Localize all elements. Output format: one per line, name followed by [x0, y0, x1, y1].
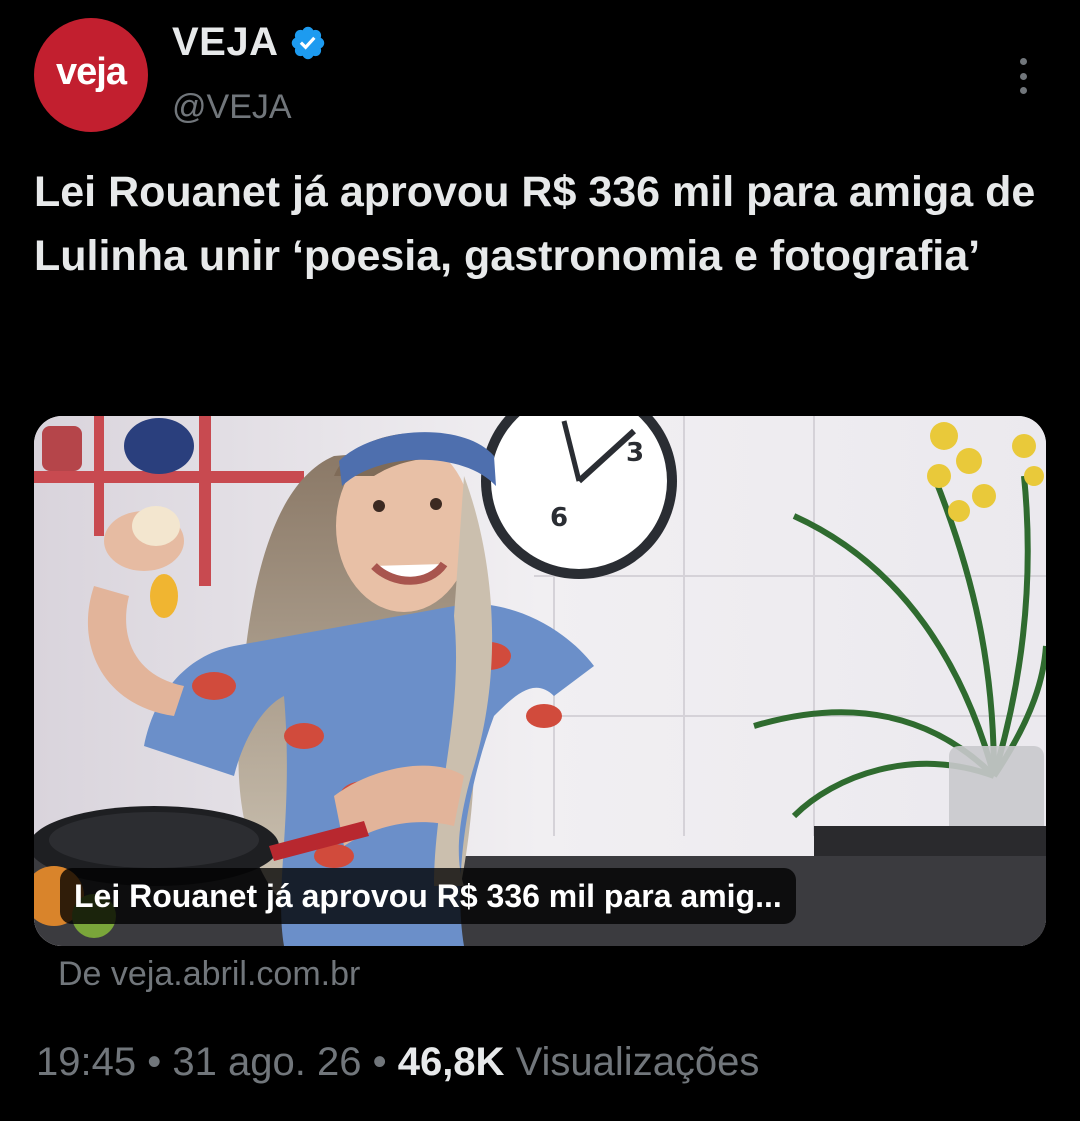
meta-separator: •	[372, 1040, 387, 1084]
tweet-time[interactable]: 19:45	[36, 1040, 136, 1084]
clock-number-3: 3	[626, 438, 644, 468]
link-preview-card[interactable]: 3 6 Lei Rouanet já aprovou R$ 336 mil pa…	[34, 416, 1046, 946]
avatar-logo-text: veja	[56, 50, 127, 93]
card-source-link[interactable]: De veja.abril.com.br	[58, 955, 360, 994]
author-name-row: VEJA	[172, 20, 327, 65]
meta-separator: •	[147, 1040, 162, 1084]
avatar[interactable]: veja	[34, 18, 148, 132]
views-label: Visualizações	[515, 1040, 760, 1084]
verified-badge-icon	[291, 26, 324, 59]
author-display-name[interactable]: VEJA	[172, 20, 279, 65]
more-options-icon[interactable]	[1005, 52, 1041, 100]
tweet-text: Lei Rouanet já aprovou R$ 336 mil para a…	[34, 168, 1036, 280]
views-count: 46,8K	[397, 1040, 505, 1084]
author-handle[interactable]: @VEJA	[172, 88, 292, 127]
article-photo: 3 6	[34, 416, 1046, 946]
tweet-meta: 19:45 • 31 ago. 26 • 46,8K Visualizações	[36, 1040, 759, 1085]
clock-number-6: 6	[550, 503, 568, 533]
card-caption: Lei Rouanet já aprovou R$ 336 mil para a…	[60, 868, 796, 924]
tweet-date[interactable]: 31 ago. 26	[172, 1040, 361, 1084]
